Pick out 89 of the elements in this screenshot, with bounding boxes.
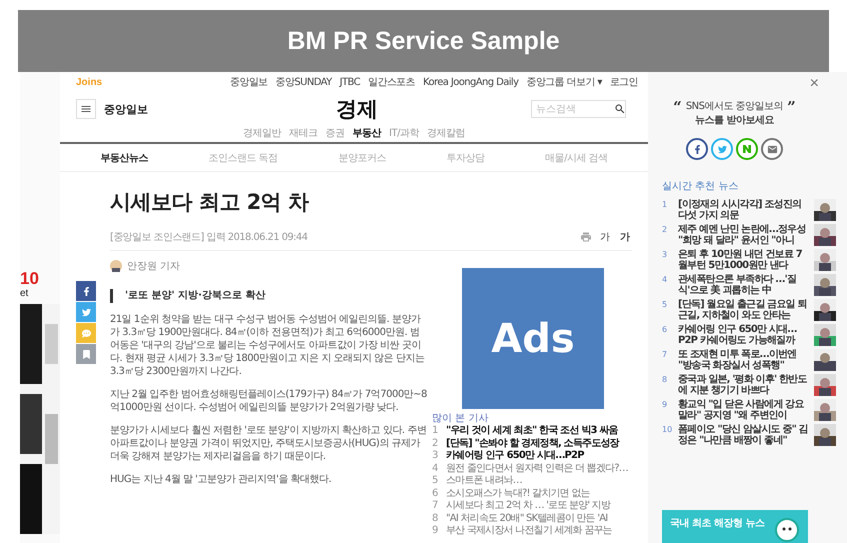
close-button[interactable]: × [810, 76, 819, 92]
rank-number: 1 [432, 425, 439, 438]
rank-number: 7 [432, 500, 439, 512]
bird-icon [82, 308, 90, 316]
rank-number: 2 [662, 224, 668, 235]
news-link[interactable]: 황교익 "입 닫은 사람에게 강요 말라" 공지영 "왜 주변인이 [678, 399, 808, 421]
top-link[interactable]: JTBC [340, 76, 360, 88]
rank-number: 7 [662, 349, 668, 360]
speech-bubble-icon [82, 328, 90, 338]
naver-icon [743, 145, 751, 153]
rank-number: 2 [432, 438, 439, 450]
banner-title: BM PR Service Sample [18, 10, 829, 72]
mail-icon [766, 144, 778, 154]
article-paragraph: 분양가가 시세보다 훨씬 저렴한 '로또 분양'이 지방까지 확산하고 있다. 주변 아파트값이나 분양권 가격이 뛰었지만, 주택도시보증공사(HUG)의 규제가 더욱 강해져 분양가는 제자리걸음을 하기 때문이다. [110, 424, 428, 463]
top-link[interactable]: 중앙일보 [230, 75, 268, 89]
rank-number: 10 [662, 424, 672, 435]
facebook-icon [82, 286, 90, 296]
font-size-button[interactable]: 가 [618, 230, 632, 244]
rank-number: 3 [432, 450, 439, 462]
category-tab[interactable]: 부동산 [352, 126, 382, 139]
most-viewed-link[interactable]: 부산 국제시장서 나전칠기 세계화 꿈꾸는 [446, 525, 612, 538]
top-link[interactable]: Korea JoongAng Daily [422, 76, 518, 88]
most-viewed-link[interactable]: 소시오패스가 늑대?! 갈치기면 없는 [446, 488, 590, 500]
most-viewed-link[interactable]: "AI 처리속도 20배" SK텔레콤이 만든 'AI [446, 512, 608, 525]
news-link[interactable]: 제주 예멘 난민 논란에…정우성 "희망 돼 달라" 윤서인 "아니 [678, 224, 808, 246]
reporter-name: 안장원 기자 [127, 260, 180, 273]
most-viewed-title: 많이 본 기사 [432, 412, 490, 425]
ad-number: 10 [20, 270, 40, 288]
section-title: 경제 [336, 96, 378, 123]
news-link[interactable]: [이정재의 시시각각] 조성진의 다섯 가지 의문 [678, 199, 808, 221]
most-viewed-link[interactable]: 원전 줄인다면서 원자력 인력은 더 뽑겠다?… [446, 462, 628, 475]
brand-name: 중앙일보 [104, 102, 149, 116]
news-link[interactable]: 카쉐어링 인구 650만 시대… P2P 카쉐어링도 가능해질까 [678, 324, 808, 346]
bird-icon [718, 144, 726, 154]
font-size-button[interactable]: 가 [598, 230, 612, 244]
print-icon[interactable] [580, 231, 592, 243]
top-link[interactable]: 일간스포츠 [368, 75, 415, 89]
news-link[interactable]: 폼페이오 "당신 암살시도 중" 김정은 "나만큼 배짱이 좋네" [678, 424, 808, 446]
most-viewed-link[interactable]: 카쉐어링 인구 650만 시대…P2P [446, 450, 584, 462]
article-meta: [중앙일보 조인스랜드] 입력 2018.06.21 09:44 [110, 231, 308, 244]
avatar-icon [110, 260, 122, 272]
most-viewed-link[interactable]: 시세보다 최고 2억 차 … '로또 분양' 지방 [446, 500, 610, 512]
rank-number: 3 [662, 249, 668, 260]
most-viewed-link[interactable]: 스마트폰 내려놔… [446, 475, 522, 488]
section-tab[interactable]: 부동산뉴스 [100, 150, 148, 164]
rank-number: 4 [662, 274, 668, 285]
rank-number: 1 [662, 199, 668, 210]
rank-number: 5 [662, 299, 668, 310]
rank-number: 9 [662, 399, 668, 410]
menu-icon [80, 103, 92, 115]
news-link[interactable]: 은퇴 후 10만원 내던 건보료 7월부턴 5만1000원만 낸다 [678, 249, 808, 271]
promo-text: SNS에서도 중앙일보의 [686, 100, 784, 114]
social-button[interactable] [761, 138, 783, 160]
rank-number: 6 [432, 488, 439, 500]
ad-banner[interactable]: Ads [462, 268, 604, 409]
recommend-title: 실시간 추천 뉴스 [662, 180, 740, 193]
rank-number: 6 [662, 324, 668, 335]
bookmark-icon [82, 350, 90, 358]
social-button[interactable] [686, 138, 708, 160]
news-link[interactable]: 관세폭탄으론 부족하다 …'질식'으로 美 괴롭히는 中 [678, 274, 808, 296]
top-link[interactable]: 중앙SUNDAY [276, 75, 332, 89]
share-button[interactable] [76, 281, 96, 301]
rank-number: 8 [432, 512, 439, 525]
promo-text: 뉴스를 받아보세요 [695, 114, 774, 128]
search-field[interactable]: 뉴스검색 [531, 100, 626, 118]
article-paragraph: HUG는 지난 4월 말 '고분양가 관리지역'을 확대했다. [110, 473, 332, 486]
rank-number: 8 [662, 374, 668, 385]
most-viewed-link[interactable]: "우리 것이 세계 최초" 한국 조선 빅3 싸움 [446, 425, 618, 438]
facebook-icon [692, 144, 702, 154]
news-link[interactable]: [단독] 월요일 출근길 금요일 퇴근길, 지하철이 와도 안타는 [678, 299, 808, 321]
quote-mark: “ [673, 100, 682, 118]
quote-mark: ” [787, 100, 796, 118]
rank-number: 4 [432, 462, 439, 475]
rank-number: 5 [432, 475, 439, 488]
top-link[interactable]: 로그인 [610, 75, 638, 89]
article-subheading: '로또 분양' 지방·강북으로 확산 [110, 289, 428, 303]
article-paragraph: 21일 1순위 청약을 받는 대구 수성구 범어동 수성범어 에일린의뜰. 분양가가 3.3㎡당 1900만원대다. 84㎡(이하 전용면적)가 최고 6억6000만원. 범어동은 '대구의 강남'으로 불리는 수성구에서도 아파트값이 가장 비싼 곳이다. 현재 평균 시세가 3.3㎡당 1800만원이고 지은 지 오래되지 않은 단지는 3.3㎡당 2300만원까지 나간다. [110, 313, 426, 378]
ad-label: Ads [491, 316, 575, 362]
news-link[interactable]: 중국과 일본, '평화 이후' 한반도에 지분 챙기기 바쁘다 [678, 374, 808, 396]
top-link[interactable]: 중앙그룹 더보기 ▾ [526, 75, 602, 89]
news-link[interactable]: 또 조재현 미투 폭로…이번엔 "방송국 화장실서 성폭행" [678, 349, 808, 371]
menu-button[interactable] [76, 99, 96, 119]
search-icon [614, 103, 626, 115]
rank-number: 9 [432, 525, 439, 538]
article-title: 시세보다 최고 2억 차 [110, 189, 310, 216]
article-paragraph: 지난 2월 입주한 범어효성해링턴플레이스(179가구) 84㎡가 7억7000만~8억1000만원 선이다. 수성범어 에일린의뜰 분양가가 2억원가량 낮다. [110, 388, 428, 414]
mascot-icon [774, 516, 800, 543]
most-viewed-link[interactable]: [단독] "손봐야 할 경제정책, 소득주도성장 [446, 438, 619, 450]
ad-text: et [20, 288, 30, 300]
